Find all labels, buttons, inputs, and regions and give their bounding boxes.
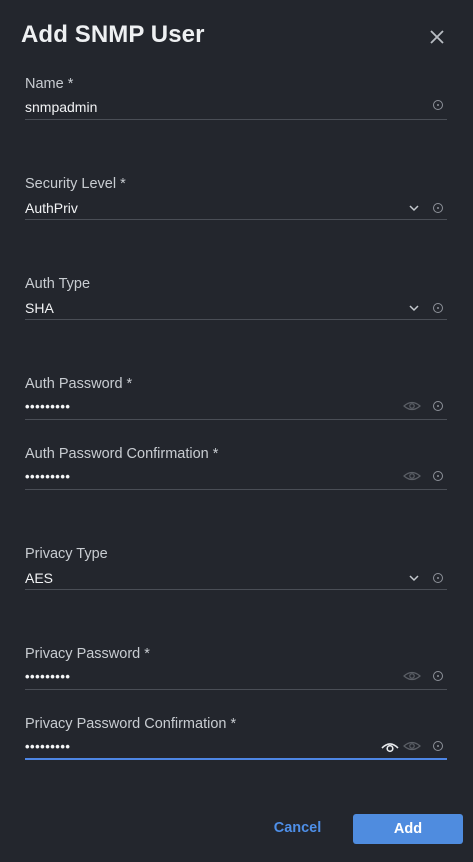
info-icon[interactable] (432, 470, 444, 482)
info-icon[interactable] (432, 740, 444, 752)
security-level-select[interactable]: Security Level * AuthPriv (25, 176, 447, 222)
privacy-type-value[interactable]: AES (25, 570, 53, 586)
auth-type-label: Auth Type (25, 276, 91, 292)
privacy-password-confirmation-field[interactable]: Privacy Password Confirmation * ••••••••… (25, 716, 447, 762)
auth-password-underline (25, 419, 447, 420)
privacy-password-input[interactable]: ••••••••• (25, 669, 70, 684)
security-level-value[interactable]: AuthPriv (25, 200, 78, 216)
auth-password-label: Auth Password * (25, 376, 133, 392)
eye-hover-icon[interactable] (381, 741, 399, 753)
add-button[interactable]: Add (353, 814, 463, 844)
eye-icon[interactable] (403, 470, 421, 482)
privacy-password-confirmation-input[interactable]: ••••••••• (25, 739, 70, 754)
auth-password-confirmation-input[interactable]: ••••••••• (25, 469, 70, 484)
dialog-title: Add SNMP User (21, 21, 205, 48)
auth-type-select[interactable]: Auth Type SHA (25, 276, 447, 322)
privacy-password-label: Privacy Password * (25, 646, 150, 662)
close-icon[interactable] (427, 27, 447, 47)
security-level-label: Security Level * (25, 176, 126, 192)
auth-password-field[interactable]: Auth Password * ••••••••• (25, 376, 447, 422)
eye-icon[interactable] (403, 400, 421, 412)
chevron-down-icon[interactable] (408, 204, 420, 212)
info-icon[interactable] (432, 302, 444, 314)
auth-type-value[interactable]: SHA (25, 300, 54, 316)
auth-password-input[interactable]: ••••••••• (25, 399, 70, 414)
name-field[interactable]: Name * snmpadmin (25, 76, 447, 122)
info-icon[interactable] (432, 99, 444, 111)
auth-password-confirmation-field[interactable]: Auth Password Confirmation * ••••••••• (25, 446, 447, 492)
info-icon[interactable] (432, 670, 444, 682)
auth-type-underline (25, 319, 447, 320)
privacy-password-confirmation-underline (25, 758, 447, 760)
name-label: Name * (25, 76, 74, 92)
dialog-header: Add SNMP User (0, 0, 473, 70)
privacy-type-label: Privacy Type (25, 546, 108, 562)
auth-password-confirmation-underline (25, 489, 447, 490)
eye-icon[interactable] (403, 670, 421, 682)
info-icon[interactable] (432, 572, 444, 584)
privacy-password-field[interactable]: Privacy Password * ••••••••• (25, 646, 447, 692)
info-icon[interactable] (432, 400, 444, 412)
auth-password-confirmation-label: Auth Password Confirmation * (25, 446, 219, 462)
eye-icon[interactable] (403, 740, 421, 752)
cancel-button[interactable]: Cancel (260, 814, 335, 842)
privacy-type-select[interactable]: Privacy Type AES (25, 546, 447, 592)
security-level-underline (25, 219, 447, 220)
info-icon[interactable] (432, 202, 444, 214)
name-underline (25, 119, 447, 120)
privacy-type-underline (25, 589, 447, 590)
chevron-down-icon[interactable] (408, 574, 420, 582)
privacy-password-confirmation-label: Privacy Password Confirmation * (25, 716, 237, 732)
chevron-down-icon[interactable] (408, 304, 420, 312)
privacy-password-underline (25, 689, 447, 690)
name-input[interactable]: snmpadmin (25, 99, 97, 115)
